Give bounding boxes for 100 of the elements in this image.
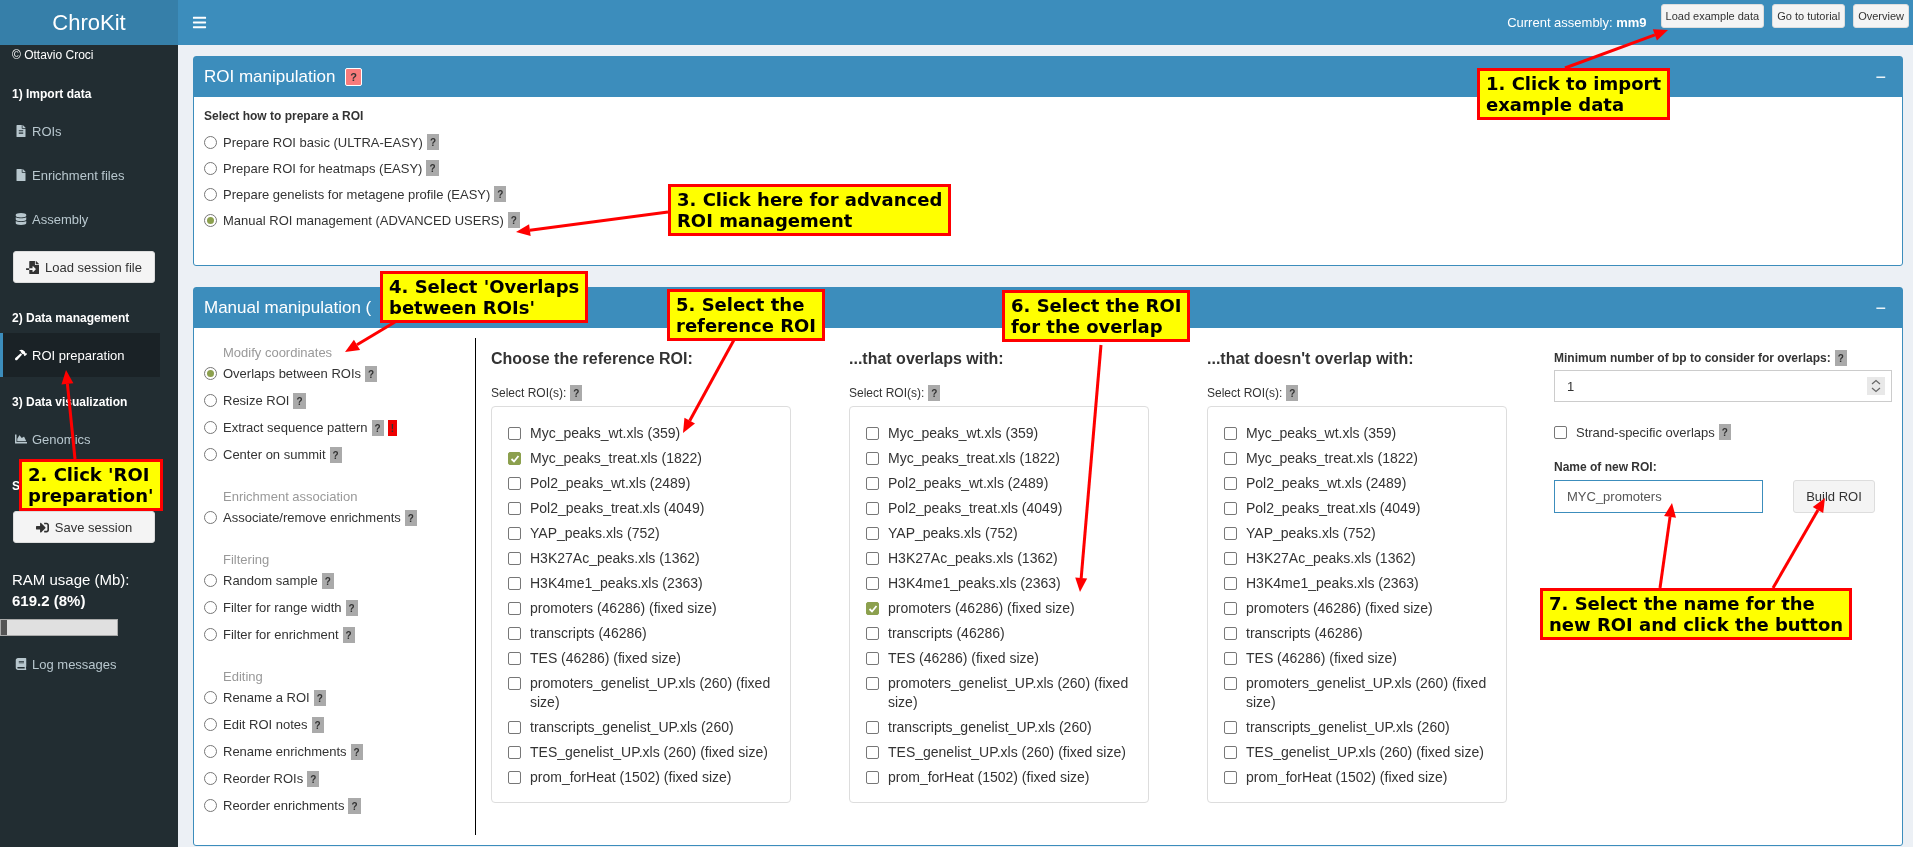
checkbox[interactable] [508,452,521,465]
name-field[interactable]: MYC_promoters [1554,480,1763,513]
checkbox[interactable] [508,427,521,440]
menu-icon[interactable] [192,15,207,30]
checkbox[interactable] [1224,602,1237,615]
checkbox[interactable] [1224,527,1237,540]
sidebar-item[interactable]: ROIs [0,109,160,153]
option-label: Myc_peaks_treat.xls (1822) [530,449,702,468]
checkbox[interactable] [866,427,879,440]
help-badge[interactable]: ? [342,626,355,643]
help-badge[interactable]: ? [426,160,439,176]
checkbox[interactable] [866,627,879,640]
help-badge[interactable]: ? [1718,424,1731,440]
checkbox[interactable] [866,771,879,784]
checkbox[interactable] [866,677,879,690]
field-label: Select ROI(s): [491,386,567,400]
checkbox[interactable] [866,552,879,565]
option-label: prom_forHeat (1502) (fixed size) [530,768,732,787]
collapse-button[interactable]: − [1875,66,1886,88]
help-badge[interactable]: ? [1834,350,1847,366]
checkbox[interactable] [866,502,879,515]
checkbox[interactable] [1224,627,1237,640]
checkbox[interactable] [508,502,521,515]
checkbox[interactable] [1224,502,1237,515]
build-button[interactable]: Build ROI [1793,480,1875,513]
checkbox[interactable] [866,602,879,615]
help-badge[interactable]: ? [345,599,358,616]
number-field[interactable]: 1 [1554,370,1892,402]
panel-title: ROI manipulation [204,67,336,87]
checkbox[interactable] [508,552,521,565]
checkbox[interactable] [1224,652,1237,665]
option-label: Pol2_peaks_treat.xls (4049) [530,499,705,518]
checkbox[interactable] [866,477,879,490]
author-credit: © Ottavio Croci [11,47,95,64]
help-badge[interactable]: ? [311,716,324,733]
checkbox[interactable] [1554,425,1567,439]
checkbox[interactable] [1224,452,1237,465]
help-badge[interactable]: ? [329,446,342,463]
help-badge[interactable]: ? [426,134,439,150]
checkbox[interactable] [1224,771,1237,784]
sidebar-item[interactable]: ROI preparation [0,333,160,377]
checkbox[interactable] [1224,427,1237,440]
section-heading: 1) Import data [11,86,93,103]
checkbox[interactable] [508,577,521,590]
checkbox[interactable] [1224,477,1237,490]
checkbox[interactable] [866,452,879,465]
help-badge[interactable]: ? [307,770,320,787]
checkbox[interactable] [508,627,521,640]
help-badge[interactable]: ? [350,743,363,760]
collapse-button[interactable]: − [1875,297,1886,319]
help-badge[interactable]: ? [313,689,326,706]
checkbox[interactable] [1224,677,1237,690]
checkbox[interactable] [508,477,521,490]
checkbox[interactable] [508,652,521,665]
checkbox[interactable] [508,677,521,690]
help-badge[interactable]: ? [1286,385,1299,401]
sidebar-button[interactable]: Save session [13,511,155,543]
checkbox[interactable] [508,527,521,540]
sidebar-item[interactable]: Enrichment files [0,153,160,197]
help-badge[interactable]: ? [928,385,941,401]
sidebar-button[interactable]: Load session file [13,251,155,283]
checkbox[interactable] [508,721,521,734]
checkbox[interactable] [508,771,521,784]
help-badge[interactable]: ? [404,509,417,526]
help-badge[interactable]: ? [345,68,363,86]
stat-value: 619.2 (8%) [11,591,87,611]
help-badge[interactable]: ? [365,365,378,382]
help-badge[interactable]: ? [570,385,583,401]
help-badge[interactable]: ? [321,572,334,589]
help-badge[interactable]: ? [293,392,306,409]
option-label: transcripts_genelist_UP.xls (260) [530,718,734,737]
checkbox[interactable] [1224,552,1237,565]
field-label: Select ROI(s): [849,386,925,400]
column-title: ...that overlaps with: [849,350,1005,369]
spinner-icon[interactable] [1867,377,1885,395]
help-badge[interactable]: ? [371,419,384,436]
checkbox[interactable] [508,602,521,615]
help-badge[interactable]: ? [507,212,520,228]
sidebar-item[interactable]: Log messages [0,642,160,686]
option-label: transcripts (46286) [888,624,1005,643]
group-heading: Editing [222,668,264,684]
checkbox[interactable] [866,746,879,759]
checkbox[interactable] [866,577,879,590]
checkbox[interactable] [866,527,879,540]
toolbar-button[interactable]: Go to tutorial [1772,3,1846,28]
checkbox[interactable] [1224,577,1237,590]
checkbox[interactable] [866,721,879,734]
area-chart-icon [15,433,27,445]
checkbox[interactable] [1224,746,1237,759]
toolbar-button[interactable]: Load example data [1660,3,1765,28]
checkbox[interactable] [866,652,879,665]
callout-note: 3. Click here for advanced ROI management [668,184,952,236]
sidebar-item[interactable]: Assembly [0,197,160,241]
option-label: Pol2_peaks_wt.xls (2489) [530,474,691,493]
help-badge[interactable]: ? [348,797,361,814]
checkbox[interactable] [508,746,521,759]
toolbar-button[interactable]: Overview [1853,3,1909,28]
option-label: promoters_genelist_UP.xls (260) (fixed size) [1246,674,1488,712]
help-badge[interactable]: ? [494,186,507,202]
checkbox[interactable] [1224,721,1237,734]
